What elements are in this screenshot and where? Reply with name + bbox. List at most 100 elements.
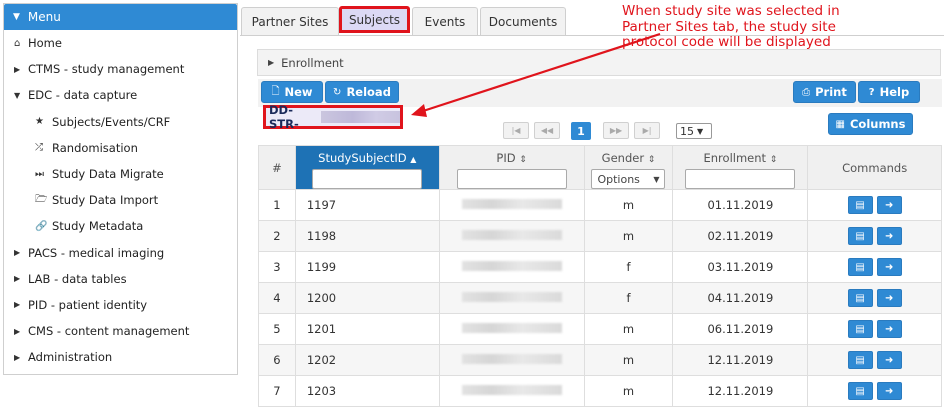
commands-cell: ▤ ➜ (807, 313, 942, 345)
columns-button-label: Columns (849, 117, 906, 131)
next-page-button[interactable]: ▶▶ (603, 122, 629, 139)
file-icon: 🗋 (271, 85, 280, 97)
open-record-button[interactable]: ➜ (876, 227, 902, 245)
table-row[interactable]: 2 1198 m 02.11.2019 ▤ ➜ (258, 220, 942, 252)
sidebar-item-label: Study Metadata (52, 219, 144, 234)
open-record-button[interactable]: ➜ (876, 196, 902, 214)
prev-page-button[interactable]: ◀◀ (534, 122, 560, 139)
header-label: Commands (842, 160, 908, 175)
sidebar-item-label: PID - patient identity (28, 297, 148, 312)
column-header-study-subject-id[interactable]: StudySubjectID ▲ (294, 145, 440, 190)
gender-filter-select[interactable]: Options ▼ (591, 169, 666, 189)
sidebar-item-ctms-study-management[interactable]: ▶ CTMS - study management (4, 56, 237, 82)
columns-button[interactable]: ▦ Columns (828, 113, 913, 135)
study-subject-id-cell: 1200 (294, 282, 440, 314)
gender-cell: m (583, 313, 674, 345)
annotation-callout: When study site was selected in Partner … (622, 3, 840, 50)
commands-cell: ▤ ➜ (807, 375, 942, 407)
chevron-down-icon: ▼ (653, 174, 660, 184)
pid-cell (438, 313, 585, 345)
new-button[interactable]: 🗋 New (261, 81, 323, 103)
print-button[interactable]: ⎙ Print (793, 81, 856, 103)
table-row[interactable]: 6 1202 m 12.11.2019 ▤ ➜ (258, 344, 942, 376)
open-record-button[interactable]: ➜ (876, 351, 902, 369)
sidebar-item-pacs-medical-imaging[interactable]: ▶ PACS - medical imaging (4, 240, 237, 266)
enrollment-filter-input[interactable] (685, 169, 796, 189)
id-card-icon: ▤ (855, 199, 865, 211)
print-icon: ⎙ (802, 86, 811, 98)
redacted-block (461, 385, 562, 395)
edit-record-button[interactable]: ▤ (847, 227, 873, 245)
id-card-icon: ▤ (855, 230, 865, 242)
arrow-right-icon: ➜ (884, 385, 894, 397)
shuffle-icon: ⤮ (35, 142, 43, 154)
tab-subjects[interactable]: Subjects (339, 6, 410, 33)
edit-record-button[interactable]: ▤ (847, 258, 873, 276)
table-row[interactable]: 3 1199 f 03.11.2019 ▤ ➜ (258, 251, 942, 283)
sidebar-item-study-data-migrate[interactable]: ⏭ Study Data Migrate (4, 161, 237, 187)
study-subject-id-cell: 1203 (294, 375, 440, 407)
sidebar-item-study-data-import[interactable]: 🗁 Study Data Import (4, 187, 237, 213)
commands-cell: ▤ ➜ (807, 251, 942, 283)
redacted-block (461, 199, 562, 209)
table-row[interactable]: 7 1203 m 12.11.2019 ▤ ➜ (258, 375, 942, 407)
tab-documents[interactable]: Documents (480, 7, 566, 36)
open-record-button[interactable]: ➜ (876, 320, 902, 338)
sidebar-item-administration[interactable]: ▶ Administration (4, 344, 237, 370)
caret-right-icon: ▶ (14, 326, 21, 336)
tab-events[interactable]: Events (412, 7, 478, 36)
sidebar-item-pid-patient-identity[interactable]: ▶ PID - patient identity (4, 292, 237, 318)
help-button[interactable]: ? Help (858, 81, 920, 103)
column-header-pid[interactable]: PID ⇕ (438, 145, 585, 190)
last-page-button[interactable]: ▶| (634, 122, 660, 139)
study-subject-id-cell: 1202 (294, 344, 440, 376)
column-header-commands: Commands (807, 145, 942, 190)
table-row[interactable]: 1 1197 m 01.11.2019 ▤ ➜ (258, 189, 942, 221)
sidebar-item-home[interactable]: ⌂ Home (4, 30, 237, 56)
menu-header[interactable]: ▼ Menu (4, 4, 237, 30)
sidebar-item-cms-content-management[interactable]: ▶ CMS - content management (4, 318, 237, 344)
sidebar-item-edc-data-capture[interactable]: ▼ EDC - data capture (4, 82, 237, 108)
column-header-gender[interactable]: Gender ⇕ Options ▼ (583, 145, 674, 190)
header-label: Gender ⇕ (585, 151, 673, 165)
enrollment-cell: 12.11.2019 (672, 375, 809, 407)
sort-icon: ⇕ (769, 155, 778, 165)
study-subject-id-filter-input[interactable] (312, 169, 423, 189)
open-record-button[interactable]: ➜ (876, 258, 902, 276)
edit-record-button[interactable]: ▤ (847, 320, 873, 338)
pid-cell (438, 344, 585, 376)
edit-record-button[interactable]: ▤ (847, 351, 873, 369)
enrollment-panel-header[interactable]: ▶ Enrollment (257, 49, 941, 76)
gender-cell: m (583, 220, 674, 252)
page-size-select[interactable]: 15 ▼ (676, 123, 712, 139)
open-record-button[interactable]: ➜ (876, 289, 902, 307)
reload-button[interactable]: ↻ Reload (325, 81, 399, 103)
column-header-enrollment[interactable]: Enrollment ⇕ (672, 145, 809, 190)
redacted-block (461, 230, 562, 240)
edit-record-button[interactable]: ▤ (847, 196, 873, 214)
open-record-button[interactable]: ➜ (876, 382, 902, 400)
edit-record-button[interactable]: ▤ (847, 382, 873, 400)
current-page-button[interactable]: 1 (571, 122, 591, 140)
sidebar-item-lab-data-tables[interactable]: ▶ LAB - data tables (4, 266, 237, 292)
edit-record-button[interactable]: ▤ (847, 289, 873, 307)
id-card-icon: ▤ (855, 323, 865, 335)
question-icon: ? (868, 86, 875, 98)
table-row[interactable]: 4 1200 f 04.11.2019 ▤ ➜ (258, 282, 942, 314)
first-page-button[interactable]: |◀ (503, 122, 529, 139)
enrollment-cell: 01.11.2019 (672, 189, 809, 221)
pid-cell (438, 282, 585, 314)
redacted-block (461, 292, 562, 302)
sidebar-item-study-metadata[interactable]: 🔗 Study Metadata (4, 213, 237, 239)
table-row[interactable]: 5 1201 m 06.11.2019 ▤ ➜ (258, 313, 942, 345)
pid-cell (438, 189, 585, 221)
row-commands: ▤ ➜ (847, 227, 902, 245)
row-commands: ▤ ➜ (847, 320, 902, 338)
sidebar-item-subjects-events-crf[interactable]: ★ Subjects/Events/CRF (4, 109, 237, 135)
pid-filter-input[interactable] (456, 169, 567, 189)
row-number-cell: 2 (258, 220, 296, 252)
tab-partner-sites[interactable]: Partner Sites (241, 7, 339, 36)
commands-cell: ▤ ➜ (807, 189, 942, 221)
column-header-num: # (258, 145, 296, 190)
sidebar-item-randomisation[interactable]: ⤮ Randomisation (4, 135, 237, 161)
